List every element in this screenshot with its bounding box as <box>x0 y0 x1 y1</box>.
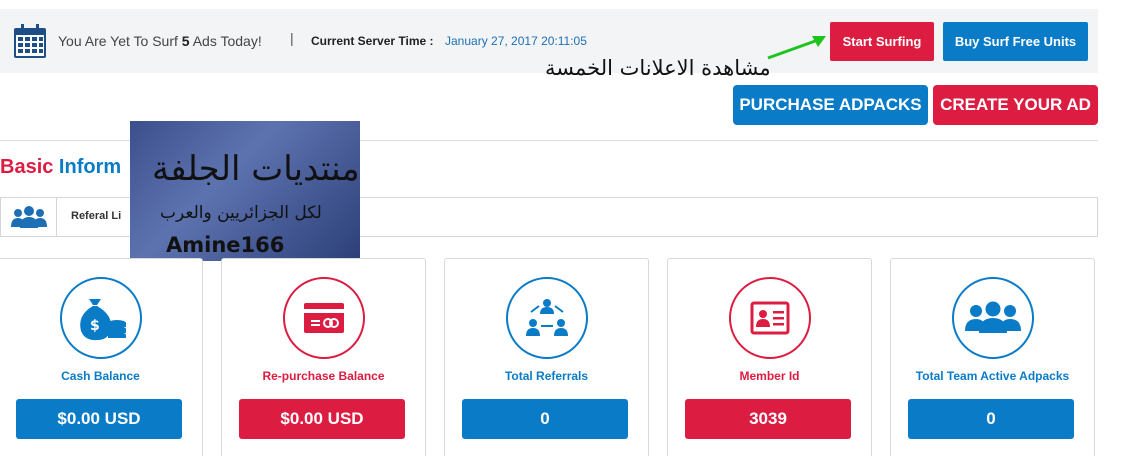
purchase-adpacks-button[interactable]: PURCHASE ADPACKS <box>733 85 928 125</box>
stat-title: Re-purchase Balance <box>262 369 385 383</box>
id-card-icon <box>729 277 811 359</box>
server-time-label: Current Server Time : <box>311 34 434 48</box>
stat-card-member-id: Member Id 3039 <box>667 258 872 456</box>
arabic-annotation: مشاهدة الاعلانات الخمسة <box>545 56 771 80</box>
forum-watermark: منتديات الجلفة لكل الجزائريين والعرب Ami… <box>130 121 360 261</box>
team-icon <box>952 277 1034 359</box>
stat-value: 0 <box>462 399 628 439</box>
stat-title: Total Team Active Adpacks <box>915 369 1070 383</box>
watermark-tagline: لكل الجزائريين والعرب <box>160 203 322 223</box>
money-bag-icon: $ <box>60 277 142 359</box>
stat-title: Cash Balance <box>61 369 140 383</box>
stat-value: 3039 <box>685 399 851 439</box>
stat-value: 0 <box>908 399 1074 439</box>
stat-title: Total Referrals <box>504 369 589 383</box>
watermark-forum-name: منتديات الجلفة <box>152 149 360 189</box>
ads-remaining-text: You Are Yet To Surf 5 Ads Today! <box>58 33 262 49</box>
stat-card-cash-balance: $ Cash Balance $0.00 USD <box>0 258 203 456</box>
referral-link-label: Referal Li <box>71 210 122 222</box>
network-icon <box>506 277 588 359</box>
stat-card-total-referrals: Total Referrals 0 <box>444 258 649 456</box>
ads-remaining-count: 5 <box>181 33 190 49</box>
basic-info-title: Basic Inform <box>0 156 122 178</box>
users-icon <box>1 198 57 236</box>
start-surfing-button[interactable]: Start Surfing <box>830 22 934 61</box>
stat-value: $0.00 USD <box>239 399 405 439</box>
stat-title: Member Id <box>739 369 800 383</box>
calendar-icon <box>14 24 46 58</box>
stat-card-repurchase-balance: Re-purchase Balance $0.00 USD <box>221 258 426 456</box>
watermark-username: Amine166 <box>166 233 285 257</box>
credit-card-icon <box>283 277 365 359</box>
svg-text:$: $ <box>90 318 100 334</box>
create-ad-button[interactable]: CREATE YOUR AD <box>933 85 1098 125</box>
stat-card-team-adpacks: Total Team Active Adpacks 0 <box>890 258 1095 456</box>
header-separator: | <box>290 30 294 46</box>
stat-value: $0.00 USD <box>16 399 182 439</box>
buy-surf-units-button[interactable]: Buy Surf Free Units <box>943 22 1088 61</box>
server-time-value: January 27, 2017 20:11:05 <box>445 34 587 48</box>
